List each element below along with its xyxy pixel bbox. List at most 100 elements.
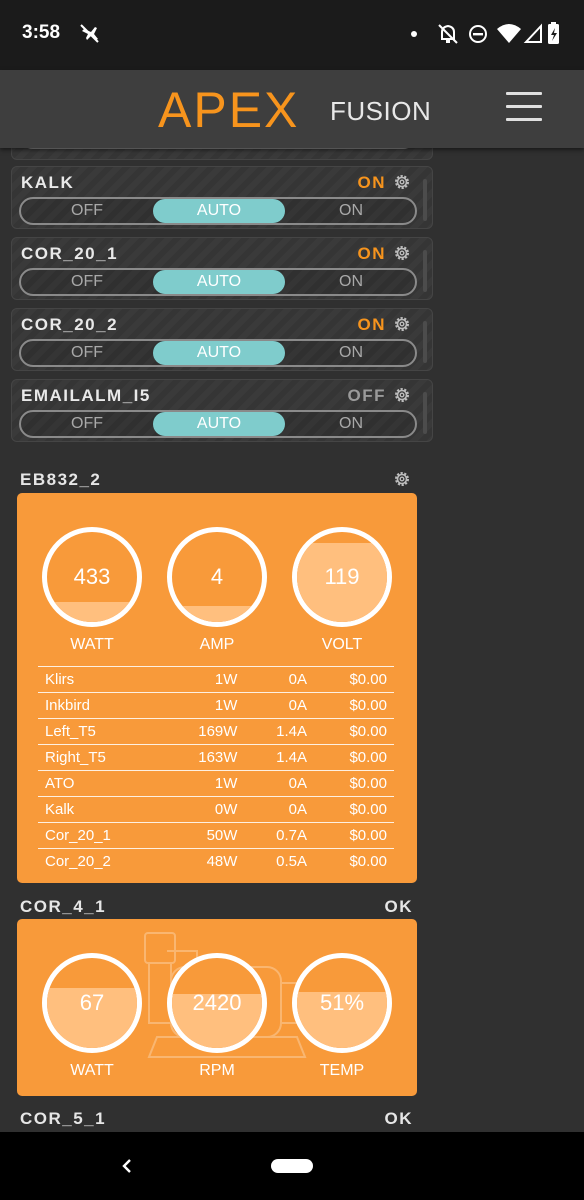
- back-chevron-icon[interactable]: [116, 1154, 138, 1178]
- outlet-name-cell: Right_T5: [38, 744, 162, 771]
- cost-cell: $0.00: [314, 666, 394, 693]
- amp-cell: 1.4A: [244, 718, 314, 745]
- outlet-card-partial: [11, 148, 433, 160]
- temp-gauge: 51%: [292, 953, 392, 1053]
- outlet-scroll-indicator: [423, 179, 427, 221]
- gauge-value: 4: [210, 564, 224, 589]
- eb832-title: EB832_2: [20, 470, 102, 489]
- outlet-name: COR_20_2: [21, 315, 119, 334]
- cost-cell: $0.00: [314, 796, 394, 823]
- gear-icon[interactable]: [392, 314, 412, 334]
- home-pill-icon[interactable]: [271, 1159, 313, 1173]
- toggle-auto-option[interactable]: AUTO: [153, 341, 285, 365]
- amp-cell: 0A: [244, 692, 314, 719]
- cor-4-1-status: OK: [384, 897, 413, 916]
- logo-fusion-text: FUSION: [330, 96, 432, 126]
- table-row: Right_T5 163W 1.4A $0.00: [38, 744, 394, 771]
- toggle-on-option[interactable]: ON: [285, 199, 417, 223]
- table-row: Cor_20_1 50W 0.7A $0.00: [38, 822, 394, 849]
- gauge-label: WATT: [70, 636, 114, 653]
- outlet-state: ON: [357, 244, 386, 263]
- toggle-on-option[interactable]: ON: [285, 270, 417, 294]
- outlet-card-cor-20-2: COR_20_2 ON OFF AUTO ON: [11, 308, 433, 371]
- gauge-label: WATT: [70, 1062, 114, 1079]
- amp-cell: 0A: [244, 666, 314, 693]
- outlet-card-kalk: KALK ON OFF AUTO ON: [11, 166, 433, 229]
- cor-5-1-status: OK: [384, 1109, 413, 1128]
- dashboard-content[interactable]: KALK ON OFF AUTO ON COR_20_1 ON OFF AUTO…: [0, 148, 584, 1132]
- cor-4-1-pump-card: 67 WATT 2420 RPM 51% TEMP: [17, 919, 417, 1096]
- cost-cell: $0.00: [314, 822, 394, 849]
- outlet-card-emailalm-i5: EMAILALM_I5 OFF OFF AUTO ON: [11, 379, 433, 442]
- outlet-name: KALK: [21, 173, 75, 192]
- app-header: APEX FUSION: [0, 70, 584, 148]
- gear-icon[interactable]: [392, 385, 412, 405]
- outlet-mode-toggle[interactable]: OFF AUTO ON: [19, 197, 417, 225]
- cor-5-1-title: COR_5_1: [20, 1109, 107, 1128]
- toggle-off-option[interactable]: OFF: [21, 199, 153, 223]
- gauge-value: 433: [73, 564, 111, 589]
- toggle-auto-option[interactable]: AUTO: [153, 199, 285, 223]
- outlet-scroll-indicator: [423, 392, 427, 434]
- logo-apex-text: APEX: [158, 82, 300, 138]
- gauge-value: 51%: [319, 990, 365, 1015]
- hamburger-menu-icon[interactable]: [504, 92, 544, 126]
- table-row: Kalk 0W 0A $0.00: [38, 796, 394, 823]
- toggle-on-option[interactable]: ON: [285, 412, 417, 436]
- gear-icon[interactable]: [392, 469, 412, 489]
- toggle-auto-option[interactable]: AUTO: [153, 270, 285, 294]
- outlet-mode-toggle[interactable]: OFF AUTO ON: [19, 268, 417, 296]
- amp-cell: 0A: [244, 796, 314, 823]
- outlet-name-cell: ATO: [38, 770, 162, 797]
- volt-gauge: 119: [292, 527, 392, 627]
- bell-off-icon: [438, 24, 458, 44]
- watt-cell: 1W: [161, 770, 245, 797]
- gauge-value: 67: [79, 990, 105, 1015]
- cost-cell: $0.00: [314, 848, 394, 875]
- watt-gauge: 433: [42, 527, 142, 627]
- amp-cell: 0.7A: [244, 822, 314, 849]
- amp-cell: 1.4A: [244, 744, 314, 771]
- outlet-name-cell: Left_T5: [38, 718, 162, 745]
- outlet-mode-toggle[interactable]: OFF AUTO ON: [19, 410, 417, 438]
- outlet-name: EMAILALM_I5: [21, 386, 151, 405]
- gauge-label: VOLT: [321, 636, 363, 653]
- cost-cell: $0.00: [314, 718, 394, 745]
- gauge-label: AMP: [199, 636, 235, 653]
- watt-gauge: 67: [42, 953, 142, 1053]
- battery-charging-icon: [548, 22, 559, 44]
- gauge-label: RPM: [199, 1062, 235, 1079]
- outlet-energy-table: Klirs 1W 0A $0.00 Inkbird 1W 0A $0.00 Le…: [38, 666, 394, 875]
- table-row: Klirs 1W 0A $0.00: [38, 666, 394, 693]
- toggle-off-option[interactable]: OFF: [21, 341, 153, 365]
- outlet-name-cell: Klirs: [38, 666, 162, 693]
- watt-cell: 0W: [161, 796, 245, 823]
- amp-gauge: 4: [167, 527, 267, 627]
- toggle-auto-option[interactable]: AUTO: [153, 412, 285, 436]
- toggle-off-option[interactable]: OFF: [21, 412, 153, 436]
- gauge-value: 119: [324, 564, 360, 589]
- system-nav-bar: [0, 1132, 584, 1200]
- outlet-name: COR_20_1: [21, 244, 119, 263]
- outlet-card-cor-20-1: COR_20_1 ON OFF AUTO ON: [11, 237, 433, 300]
- eb832-energy-card: 433 WATT 4 AMP 119 VOLT Klirs 1W 0A $0.0…: [17, 493, 417, 883]
- watt-cell: 1W: [161, 692, 245, 719]
- outlet-toggle-partial[interactable]: [19, 148, 417, 149]
- watt-cell: 48W: [161, 848, 245, 875]
- outlet-mode-toggle[interactable]: OFF AUTO ON: [19, 339, 417, 367]
- outlet-state: ON: [357, 173, 386, 192]
- status-time: 3:58: [22, 22, 61, 43]
- cost-cell: $0.00: [314, 692, 394, 719]
- outlet-name-cell: Cor_20_1: [38, 822, 162, 849]
- gear-icon[interactable]: [392, 172, 412, 192]
- table-row: Left_T5 169W 1.4A $0.00: [38, 718, 394, 745]
- gear-icon[interactable]: [392, 243, 412, 263]
- amp-cell: 0A: [244, 770, 314, 797]
- toggle-on-option[interactable]: ON: [285, 341, 417, 365]
- gauge-value: 2420: [192, 990, 242, 1015]
- watt-cell: 50W: [161, 822, 245, 849]
- outlet-state: ON: [357, 315, 386, 334]
- do-not-disturb-icon: [469, 25, 487, 43]
- outlet-scroll-indicator: [423, 321, 427, 363]
- toggle-off-option[interactable]: OFF: [21, 270, 153, 294]
